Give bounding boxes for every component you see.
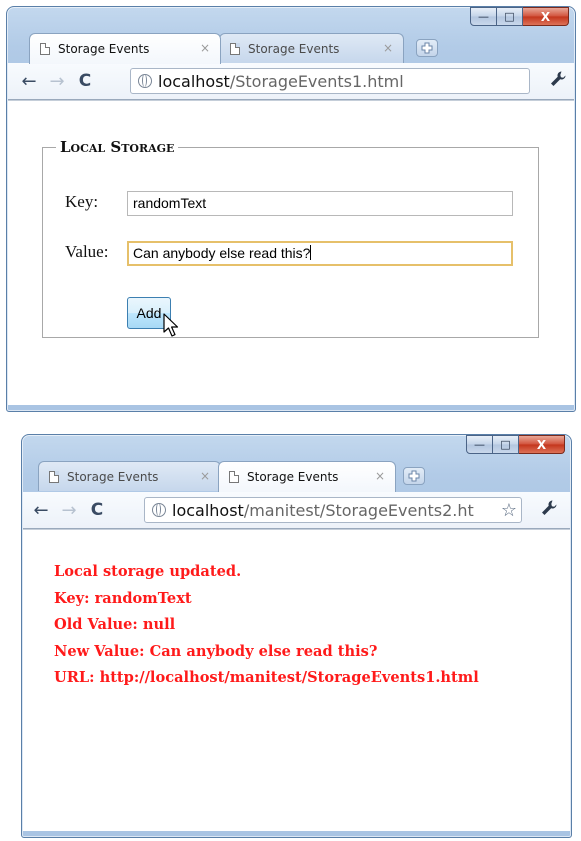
log-line: Old Value: null bbox=[54, 616, 176, 633]
tab-strip: Storage Events × Storage Events × bbox=[22, 461, 571, 492]
tab-strip: Storage Events × Storage Events × bbox=[7, 33, 575, 64]
page-icon bbox=[49, 470, 59, 483]
tab-storage-events-1[interactable]: Storage Events × bbox=[38, 461, 221, 491]
back-arrow-icon[interactable]: ← bbox=[29, 500, 53, 521]
new-tab-button[interactable] bbox=[403, 467, 425, 485]
new-tab-icon bbox=[421, 42, 433, 54]
page-content: Local storage updated. Key: randomText O… bbox=[23, 529, 570, 831]
tab-close-icon[interactable]: × bbox=[375, 469, 385, 483]
key-input[interactable]: randomText bbox=[127, 191, 513, 216]
browser-toolbar: ← → C localhost /manitest/StorageEvents2… bbox=[23, 492, 570, 529]
value-input[interactable]: Can anybody else read this? bbox=[127, 241, 513, 266]
url-host: localhost bbox=[158, 71, 230, 91]
tab-close-icon[interactable]: × bbox=[383, 41, 393, 55]
window-controls: — □ X bbox=[470, 7, 569, 26]
window-controls: — □ X bbox=[466, 435, 565, 454]
globe-icon bbox=[152, 503, 166, 517]
mouse-pointer-icon bbox=[163, 313, 179, 337]
tab-close-icon[interactable]: × bbox=[200, 469, 210, 483]
page-icon bbox=[229, 471, 239, 483]
local-storage-fieldset: Local Storage bbox=[42, 138, 539, 338]
address-bar[interactable]: localhost /StorageEvents1.html bbox=[130, 68, 530, 94]
url-path: /StorageEvents1.html bbox=[229, 71, 404, 91]
value-input-value: Can anybody else read this? bbox=[133, 245, 311, 261]
wrench-icon[interactable] bbox=[540, 499, 558, 521]
new-tab-button[interactable] bbox=[416, 39, 438, 57]
forward-arrow-icon[interactable]: → bbox=[45, 71, 69, 92]
log-line: URL: http://localhost/manitest/StorageEv… bbox=[54, 669, 479, 686]
log-line: Key: randomText bbox=[54, 589, 192, 607]
browser-window-1: — □ X Storage Events × Storage Events × … bbox=[6, 6, 576, 412]
url-host: localhost bbox=[172, 500, 244, 520]
forward-arrow-icon[interactable]: → bbox=[57, 500, 81, 521]
back-arrow-icon[interactable]: ← bbox=[17, 71, 41, 92]
text-caret bbox=[310, 245, 312, 260]
storage-event-log: Local storage updated. Key: randomText O… bbox=[54, 559, 479, 692]
tab-title: Storage Events bbox=[58, 42, 150, 56]
page-icon bbox=[40, 43, 50, 55]
maximize-button[interactable]: □ bbox=[493, 435, 519, 454]
tab-storage-events-2[interactable]: Storage Events × bbox=[218, 461, 396, 492]
reload-icon[interactable]: C bbox=[73, 71, 97, 91]
log-line: New Value: Can anybody else read this? bbox=[54, 642, 378, 660]
tab-close-icon[interactable]: × bbox=[200, 41, 210, 55]
page-content: Local Storage Key: randomText Value: Can… bbox=[8, 100, 574, 405]
tab-title: Storage Events bbox=[67, 469, 159, 484]
log-line: Local storage updated. bbox=[54, 563, 242, 580]
value-label: Value: bbox=[65, 242, 109, 261]
tab-storage-events-1[interactable]: Storage Events × bbox=[29, 33, 221, 64]
reload-icon[interactable]: C bbox=[85, 500, 109, 520]
new-tab-icon bbox=[408, 470, 420, 482]
address-bar[interactable]: localhost /manitest/StorageEvents2.ht ☆ bbox=[144, 497, 522, 523]
minimize-button[interactable]: — bbox=[470, 7, 497, 26]
key-input-value: randomText bbox=[133, 195, 207, 211]
page-icon bbox=[230, 42, 240, 55]
globe-icon bbox=[138, 74, 152, 88]
close-window-button[interactable]: X bbox=[523, 7, 569, 26]
minimize-button[interactable]: — bbox=[466, 435, 493, 454]
url-path: /manitest/StorageEvents2.ht bbox=[243, 500, 474, 520]
fieldset-legend: Local Storage bbox=[60, 138, 175, 156]
maximize-button[interactable]: □ bbox=[497, 7, 523, 26]
tab-title: Storage Events bbox=[247, 470, 339, 484]
browser-toolbar: ← → C localhost /StorageEvents1.html bbox=[8, 63, 574, 100]
key-label: Key: bbox=[65, 192, 99, 211]
browser-window-2: — □ X Storage Events × Storage Events × … bbox=[21, 434, 572, 838]
close-window-button[interactable]: X bbox=[519, 435, 565, 454]
bookmark-star-icon[interactable]: ☆ bbox=[501, 500, 517, 521]
tab-title: Storage Events bbox=[248, 41, 340, 56]
wrench-icon[interactable] bbox=[549, 70, 567, 92]
tab-storage-events-2[interactable]: Storage Events × bbox=[219, 33, 404, 63]
